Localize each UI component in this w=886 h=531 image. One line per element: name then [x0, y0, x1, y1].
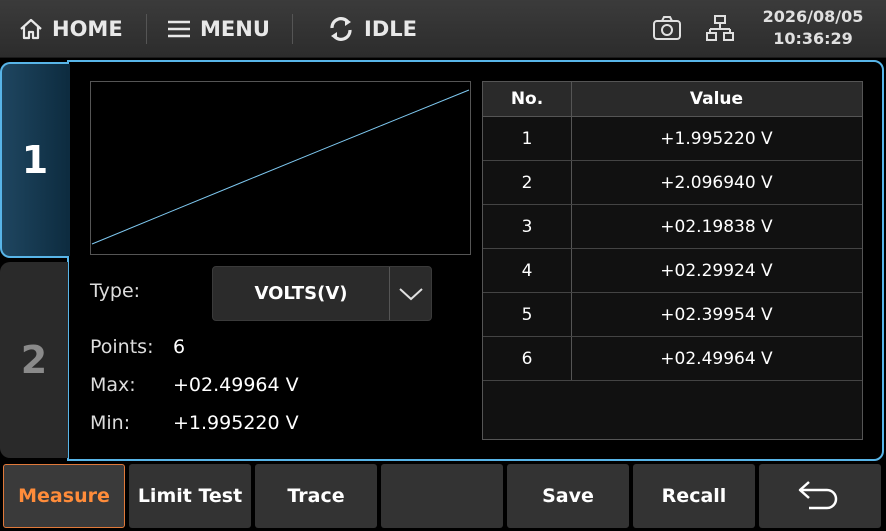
menu-label: MENU	[200, 17, 270, 41]
type-dropdown[interactable]: VOLTS(V)	[212, 266, 432, 321]
points-value: 6	[173, 336, 186, 358]
table-header: No. Value	[483, 82, 862, 117]
max-value: +02.49964 V	[173, 374, 299, 396]
measure-button[interactable]: Measure	[3, 464, 125, 528]
trace-button[interactable]: Trace	[255, 464, 377, 528]
back-button[interactable]	[759, 464, 881, 528]
home-button[interactable]: HOME	[18, 0, 123, 58]
limit-test-button[interactable]: Limit Test	[129, 464, 251, 528]
row-no: 3	[521, 217, 533, 237]
table-row[interactable]: 2 +2.096940 V	[483, 161, 862, 205]
trace-line	[91, 89, 470, 245]
table-row[interactable]: 5 +02.39954 V	[483, 293, 862, 337]
row-no: 2	[521, 173, 533, 193]
network-status	[706, 14, 734, 48]
time-text: 10:36:29	[773, 29, 853, 48]
data-table: No. Value 1 +1.995220 V 2 +2.096940 V 3 …	[482, 81, 863, 440]
network-icon	[706, 15, 734, 41]
softkey-bar: Measure Limit Test Trace Save Recall	[0, 462, 886, 531]
row-value: +1.995220 V	[660, 129, 773, 149]
row-value: +02.29924 V	[660, 261, 773, 281]
recall-button[interactable]: Recall	[633, 464, 755, 528]
chevron-down-icon	[398, 287, 423, 300]
type-label: Type:	[90, 280, 141, 302]
tab-join	[66, 64, 70, 256]
menu-button[interactable]: MENU	[166, 0, 270, 58]
max-label: Max:	[90, 374, 136, 396]
header-no: No.	[510, 89, 544, 109]
clock: 2026/08/05 10:36:29	[748, 6, 878, 50]
back-arrow-icon	[798, 481, 838, 510]
trace-chart	[90, 81, 471, 255]
tab-1[interactable]: 1	[0, 62, 68, 258]
divider	[292, 14, 293, 44]
menu-icon	[168, 20, 190, 38]
table-row[interactable]: 4 +02.29924 V	[483, 249, 862, 293]
top-bar: HOME MENU IDLE 2026/08/05 10:36:29	[0, 0, 886, 58]
table-row[interactable]: 1 +1.995220 V	[483, 117, 862, 161]
row-value: +02.19838 V	[660, 217, 773, 237]
header-value: Value	[689, 89, 744, 109]
screenshot-button[interactable]	[652, 14, 682, 46]
tab-1-label: 1	[21, 138, 49, 182]
row-no: 1	[521, 129, 533, 149]
row-no: 4	[521, 261, 533, 281]
run-status[interactable]: IDLE	[326, 0, 417, 58]
tab-2[interactable]: 2	[0, 262, 68, 458]
min-label: Min:	[90, 412, 131, 434]
dropdown-toggle[interactable]	[389, 267, 431, 320]
min-value: +1.995220 V	[173, 412, 299, 434]
type-dropdown-value: VOLTS(V)	[254, 283, 348, 304]
row-value: +02.39954 V	[660, 305, 773, 325]
blank-softkey[interactable]	[381, 464, 503, 528]
row-value: +2.096940 V	[660, 173, 773, 193]
tab-2-label: 2	[20, 338, 48, 382]
table-row[interactable]: 6 +02.49964 V	[483, 337, 862, 381]
date-text: 2026/08/05	[762, 7, 864, 26]
table-row[interactable]: 3 +02.19838 V	[483, 205, 862, 249]
status-label: IDLE	[364, 17, 417, 41]
row-value: +02.49964 V	[660, 349, 773, 369]
refresh-icon	[330, 17, 352, 41]
camera-icon	[653, 16, 681, 40]
row-no: 5	[521, 305, 533, 325]
points-label: Points:	[90, 336, 154, 358]
trace-chart-svg	[91, 89, 470, 245]
save-button[interactable]: Save	[507, 464, 629, 528]
divider	[146, 14, 147, 44]
row-no: 6	[521, 349, 533, 369]
home-label: HOME	[52, 17, 123, 41]
home-icon	[20, 18, 42, 40]
